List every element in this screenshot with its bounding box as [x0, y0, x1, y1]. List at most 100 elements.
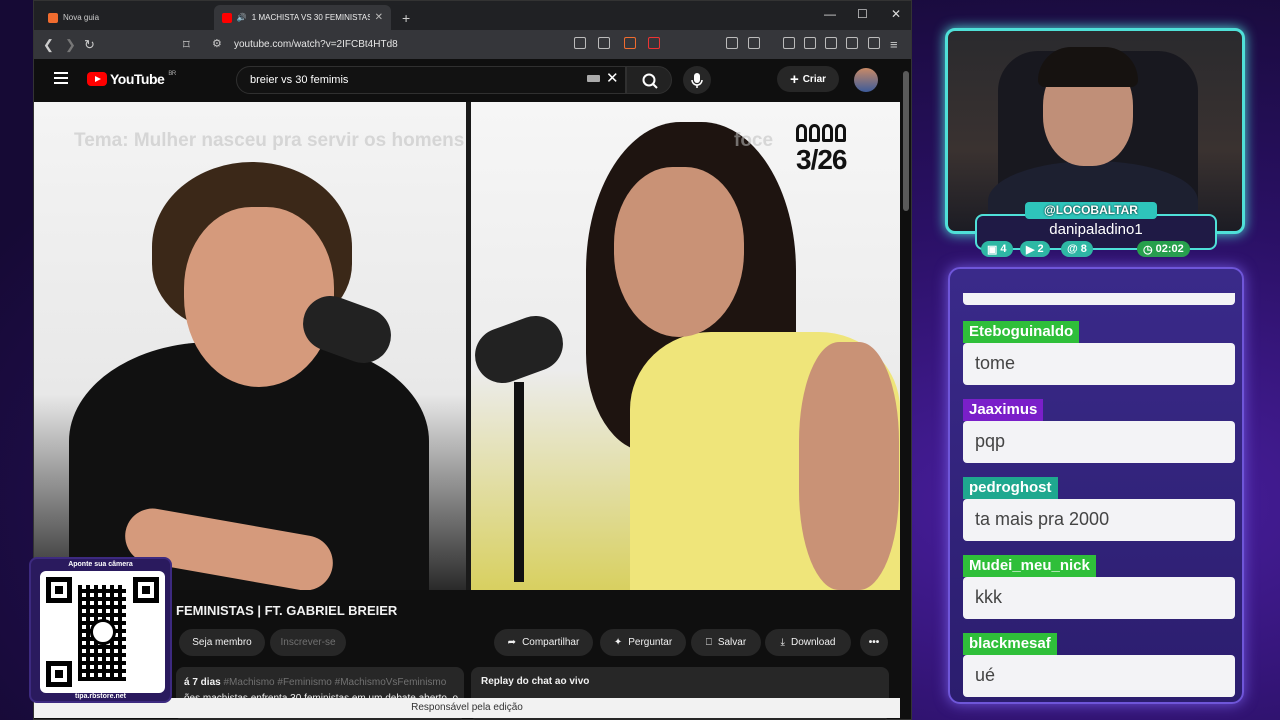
youtube-logo[interactable]: YouTube BR [87, 71, 176, 87]
chat-text: kkk [963, 577, 1235, 619]
qr-code [40, 571, 165, 693]
chat-message: Jaaximus pqp [963, 399, 1235, 463]
tab-label: Nova guia [63, 13, 100, 22]
youtube-count: 2 [1037, 243, 1044, 255]
mic-stand-left [352, 372, 362, 582]
address-bar: ❮ ❯ ↻ ⌑ ⚙ youtube.com/watch?v=2IFCBt4HTd… [34, 30, 911, 59]
extensions-icon[interactable] [726, 37, 738, 49]
new-tab-button[interactable]: + [394, 5, 418, 30]
chat-username: Eteboguinaldo [963, 321, 1080, 343]
man-face [184, 207, 334, 387]
voice-search-button[interactable] [683, 66, 711, 94]
previous-message-tail [963, 293, 1235, 305]
chat-username: Jaaximus [963, 399, 1044, 421]
ask-label: Perguntar [628, 637, 673, 648]
close-window-icon[interactable]: ✕ [891, 7, 901, 21]
chat-username: Mudei_meu_nick [963, 555, 1096, 577]
menu-icon[interactable]: ≡ [890, 37, 898, 52]
keyboard-icon[interactable] [587, 75, 600, 82]
url-field[interactable]: youtube.com/watch?v=2IFCBt4HTd8 [234, 39, 398, 50]
wallet-icon[interactable] [825, 37, 837, 49]
bookmark-icon[interactable]: ⌑ [183, 37, 190, 53]
youtube-icon [222, 12, 232, 23]
hashtags[interactable]: #Machismo #Feminismo #MachismoVsFeminism… [223, 677, 446, 688]
reload-icon[interactable]: ↻ [84, 37, 95, 53]
share-icon: ➦ [507, 637, 517, 648]
create-label: Criar [802, 73, 827, 85]
chat-text: ta mais pra 2000 [963, 499, 1235, 541]
cast-icon[interactable] [574, 37, 586, 49]
description-meta: á 7 dias #Machismo #Feminismo #MachismoV… [184, 675, 464, 691]
qr-title: Aponte sua câmera [68, 561, 133, 568]
rewards-icon[interactable] [648, 37, 660, 49]
download-button[interactable]: ⤓ Download [765, 629, 851, 656]
chat-icon: ▣ [987, 243, 998, 256]
country-code: BR [168, 71, 176, 77]
back-icon[interactable]: ❮ [43, 37, 54, 53]
page-scrollbar[interactable] [901, 59, 911, 719]
upload-date: á 7 dias [184, 677, 221, 688]
vpn-icon[interactable] [868, 37, 880, 49]
scrollbar-thumb[interactable] [903, 71, 909, 211]
people-icon [796, 124, 847, 142]
leo-icon[interactable] [846, 37, 858, 49]
search-input[interactable]: breier vs 30 femimis [236, 66, 626, 94]
bookmark-icon: ⎕ [705, 637, 712, 648]
save-label: Salvar [717, 637, 747, 648]
chat-count-badge: ▣ 4 [981, 241, 1013, 257]
chat-message: Eteboguinaldo tome [963, 321, 1235, 385]
logo-text: YouTube [110, 71, 165, 87]
qr-finder [133, 577, 159, 603]
ask-button[interactable]: ✦ Perguntar [600, 629, 686, 656]
chat-message: pedroghost ta mais pra 2000 [963, 477, 1235, 541]
share-label: Compartilhar [522, 637, 580, 648]
join-button[interactable]: Seja membro [179, 629, 265, 656]
youtube-header: YouTube BR breier vs 30 femimis ✕ + Cria… [34, 59, 900, 101]
sidebar-icon[interactable] [804, 37, 816, 49]
clear-search-icon[interactable]: ✕ [606, 69, 619, 87]
at-icon: @ [1067, 243, 1078, 255]
brave-shield-icon[interactable] [624, 37, 636, 49]
sparkle-icon: ✦ [613, 637, 623, 648]
head-silhouette-icon [90, 619, 116, 645]
music-icon[interactable] [783, 37, 795, 49]
search-button[interactable] [626, 66, 672, 94]
minimize-icon[interactable]: — [824, 7, 836, 21]
timer-badge: ◷ 02:02 [1137, 241, 1190, 257]
tab-new[interactable]: Nova guia [40, 5, 210, 30]
tab-strip: Nova guia 🔊 1 MACHISTA VS 30 FEMINISTAS … [34, 1, 911, 30]
share-icon[interactable] [598, 37, 610, 49]
brand-watermark: foce [734, 130, 774, 151]
save-button[interactable]: ⎕ Salvar [691, 629, 761, 656]
chat-username: blackmesaf [963, 633, 1057, 655]
chat-message: Mudei_meu_nick kkk [963, 555, 1235, 619]
screenshot-icon[interactable] [748, 37, 760, 49]
search-icon [642, 73, 658, 89]
avatar[interactable] [854, 68, 878, 92]
video-player[interactable]: Tema: Mulher nasceu pra servir os homens… [34, 102, 900, 590]
download-icon: ⤓ [780, 637, 785, 648]
woman-arm [799, 342, 899, 590]
tab-label: 1 MACHISTA VS 30 FEMINISTAS | F [251, 13, 370, 22]
streamer-handle: @LOCOBALTAR [1025, 202, 1157, 219]
chat-count: 4 [1000, 243, 1007, 255]
more-actions-button[interactable]: ••• [860, 629, 888, 656]
share-button[interactable]: ➦ Compartilhar [494, 629, 593, 656]
timer-value: 02:02 [1155, 243, 1184, 255]
download-label: Download [790, 637, 836, 648]
maximize-icon[interactable]: ☐ [857, 7, 868, 21]
site-info-icon[interactable]: ⚙ [212, 37, 222, 50]
chat-panel: Eteboguinaldo tome Jaaximus pqp pedrogho… [948, 267, 1244, 704]
forward-icon[interactable]: ❯ [65, 37, 76, 53]
streamer-hair [1038, 47, 1138, 87]
qr-panel: Aponte sua câmera tipa.rbstore.net [29, 557, 172, 703]
microphone-icon [691, 73, 703, 88]
close-tab-icon[interactable]: ✕ [375, 12, 383, 23]
tab-youtube[interactable]: 🔊 1 MACHISTA VS 30 FEMINISTAS | F ✕ [214, 5, 391, 30]
hamburger-icon[interactable] [54, 72, 68, 84]
create-button[interactable]: + Criar [777, 66, 839, 92]
participant-counter: 3/26 [796, 124, 847, 176]
subscribe-button[interactable]: Inscrever-se [270, 629, 346, 656]
video-title: FEMINISTAS | FT. GABRIEL BREIER [176, 603, 398, 618]
chat-text: tome [963, 343, 1235, 385]
